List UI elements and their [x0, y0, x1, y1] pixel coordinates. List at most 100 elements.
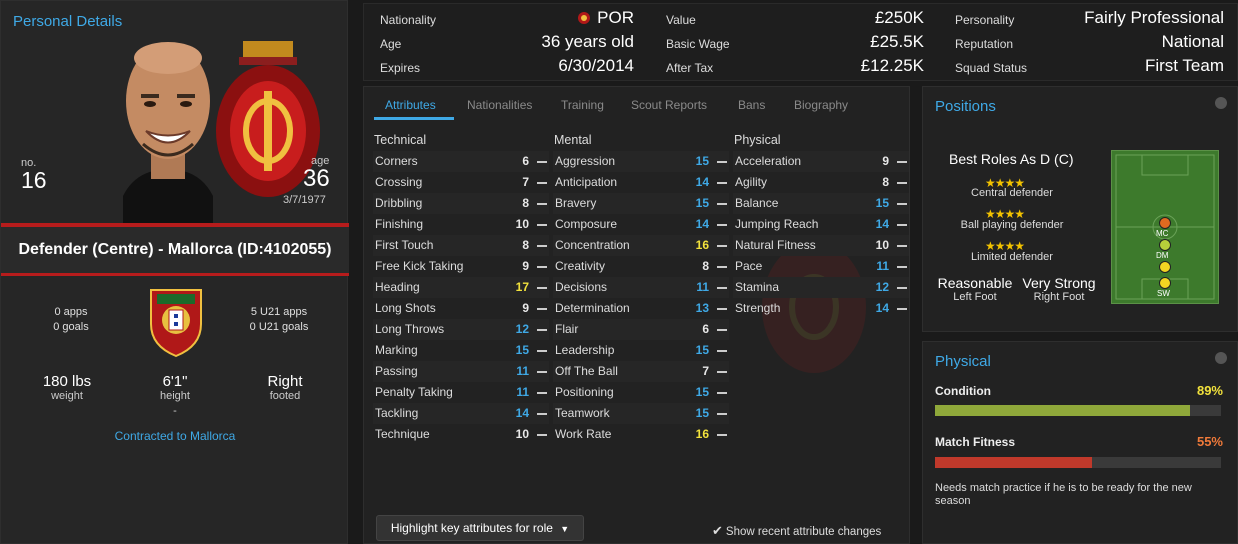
trend-dash-icon [537, 392, 547, 394]
tab-scout-reports[interactable]: Scout Reports [631, 98, 707, 112]
attribute-row[interactable]: Off The Ball 7 [553, 361, 729, 382]
tab-bans[interactable]: Bans [738, 98, 765, 112]
trend-dash-icon [897, 203, 907, 205]
age-value: 36 [303, 165, 330, 192]
attribute-name: Off The Ball [555, 364, 618, 378]
attribute-name: Tackling [375, 406, 419, 420]
fitness-note: Needs match practice if he is to be read… [935, 482, 1192, 507]
trend-dash-icon [537, 371, 547, 373]
height-value: 6'1" [162, 373, 188, 390]
attribute-name: Long Throws [375, 322, 445, 336]
attribute-row[interactable]: Strength 14 [733, 298, 909, 319]
attribute-row[interactable]: Long Throws 12 [373, 319, 549, 340]
attribute-row[interactable]: Flair 6 [553, 319, 729, 340]
trend-dash-icon [717, 203, 727, 205]
attribute-row[interactable]: Aggression 15 [553, 151, 729, 172]
divider [1, 273, 349, 276]
attribute-value: 15 [695, 154, 709, 168]
attribute-name: Determination [555, 301, 630, 315]
attribute-row[interactable]: Balance 15 [733, 193, 909, 214]
attribute-value: 8 [882, 175, 889, 189]
attribute-row[interactable]: Heading 17 [373, 277, 549, 298]
trend-dash-icon [717, 245, 727, 247]
attribute-value: 15 [875, 196, 889, 210]
attribute-row[interactable]: Penalty Taking 11 [373, 382, 549, 403]
tab-biography[interactable]: Biography [794, 98, 848, 112]
tab-nationalities[interactable]: Nationalities [467, 98, 532, 112]
collapse-icon[interactable] [1215, 352, 1227, 364]
attribute-row[interactable]: Marking 15 [373, 340, 549, 361]
tab-attributes[interactable]: Attributes [385, 98, 436, 112]
trend-dash-icon [717, 413, 727, 415]
pitch-diagram: MC DM SW [1111, 150, 1219, 304]
attribute-row[interactable]: Bravery 15 [553, 193, 729, 214]
attribute-row[interactable]: Long Shots 9 [373, 298, 549, 319]
after-tax-value: £12.25K [860, 56, 924, 75]
attribute-row[interactable]: Decisions 11 [553, 277, 729, 298]
attribute-row[interactable]: Composure 14 [553, 214, 729, 235]
attribute-value: 12 [515, 322, 529, 336]
attribute-name: Technique [375, 427, 430, 441]
attribute-row[interactable]: Positioning 15 [553, 382, 729, 403]
attribute-row[interactable]: Dribbling 8 [373, 193, 549, 214]
attribute-value: 7 [522, 175, 529, 189]
collapse-icon[interactable] [1215, 97, 1227, 109]
attribute-row[interactable]: Creativity 8 [553, 256, 729, 277]
attribute-value: 8 [522, 238, 529, 252]
attribute-row[interactable]: First Touch 8 [373, 235, 549, 256]
physical-panel: Physical Condition 89% Match Fitness 55%… [922, 341, 1238, 544]
attribute-row[interactable]: Pace 11 [733, 256, 909, 277]
trend-dash-icon [537, 350, 547, 352]
positions-panel: Positions Best Roles As D (C) ★★★★ Centr… [922, 86, 1238, 332]
attribute-row[interactable]: Finishing 10 [373, 214, 549, 235]
trend-dash-icon [897, 224, 907, 226]
squad-status-value: First Team [1144, 56, 1224, 75]
trend-dash-icon [897, 287, 907, 289]
attribute-name: Crossing [375, 175, 423, 189]
attribute-row[interactable]: Determination 13 [553, 298, 729, 319]
attribute-name: Strength [735, 301, 781, 315]
attribute-value: 14 [875, 301, 889, 315]
attribute-row[interactable]: Tackling 14 [373, 403, 549, 424]
attribute-row[interactable]: Teamwork 15 [553, 403, 729, 424]
trend-dash-icon [537, 287, 547, 289]
role-label: Ball playing defender [960, 219, 1064, 231]
role-label: Limited defender [971, 251, 1053, 263]
attribute-row[interactable]: Jumping Reach 14 [733, 214, 909, 235]
trend-dash-icon [537, 203, 547, 205]
tab-training[interactable]: Training [561, 98, 604, 112]
trend-dash-icon [717, 161, 727, 163]
trend-dash-icon [717, 392, 727, 394]
attribute-row[interactable]: Concentration 16 [553, 235, 729, 256]
right-foot: Very Strong Right Foot [1017, 275, 1101, 303]
attribute-value: 14 [515, 406, 529, 420]
attribute-row[interactable]: Anticipation 14 [553, 172, 729, 193]
attribute-row[interactable]: Stamina 12 [733, 277, 909, 298]
attribute-name: Creativity [555, 259, 606, 273]
attribute-name: Marking [375, 343, 418, 357]
attribute-row[interactable]: Crossing 7 [373, 172, 549, 193]
show-recent-checkbox[interactable]: ✔ Show recent attribute changes [712, 523, 881, 539]
attribute-row[interactable]: Work Rate 16 [553, 424, 729, 445]
attribute-row[interactable]: Leadership 15 [553, 340, 729, 361]
value-label: Value [666, 13, 696, 27]
attribute-row[interactable]: Free Kick Taking 9 [373, 256, 549, 277]
attribute-name: Pace [735, 259, 763, 273]
trend-dash-icon [537, 266, 547, 268]
attribute-row[interactable]: Technique 10 [373, 424, 549, 445]
trend-dash-icon [537, 308, 547, 310]
highlight-attributes-button[interactable]: Highlight key attributes for role ▼ [376, 515, 584, 541]
attribute-name: Dribbling [375, 196, 423, 210]
attribute-row[interactable]: Passing 11 [373, 361, 549, 382]
fitness-bar [935, 457, 1093, 468]
attribute-name: Anticipation [555, 175, 618, 189]
trend-dash-icon [717, 350, 727, 352]
attribute-name: Concentration [555, 238, 630, 252]
attribute-row[interactable]: Natural Fitness 10 [733, 235, 909, 256]
attribute-row[interactable]: Corners 6 [373, 151, 549, 172]
fitness-track [935, 457, 1221, 468]
contracted-link[interactable]: Contracted to Mallorca [1, 429, 349, 443]
attribute-row[interactable]: Agility 8 [733, 172, 909, 193]
left-foot: Reasonable Left Foot [933, 275, 1017, 303]
attribute-row[interactable]: Acceleration 9 [733, 151, 909, 172]
